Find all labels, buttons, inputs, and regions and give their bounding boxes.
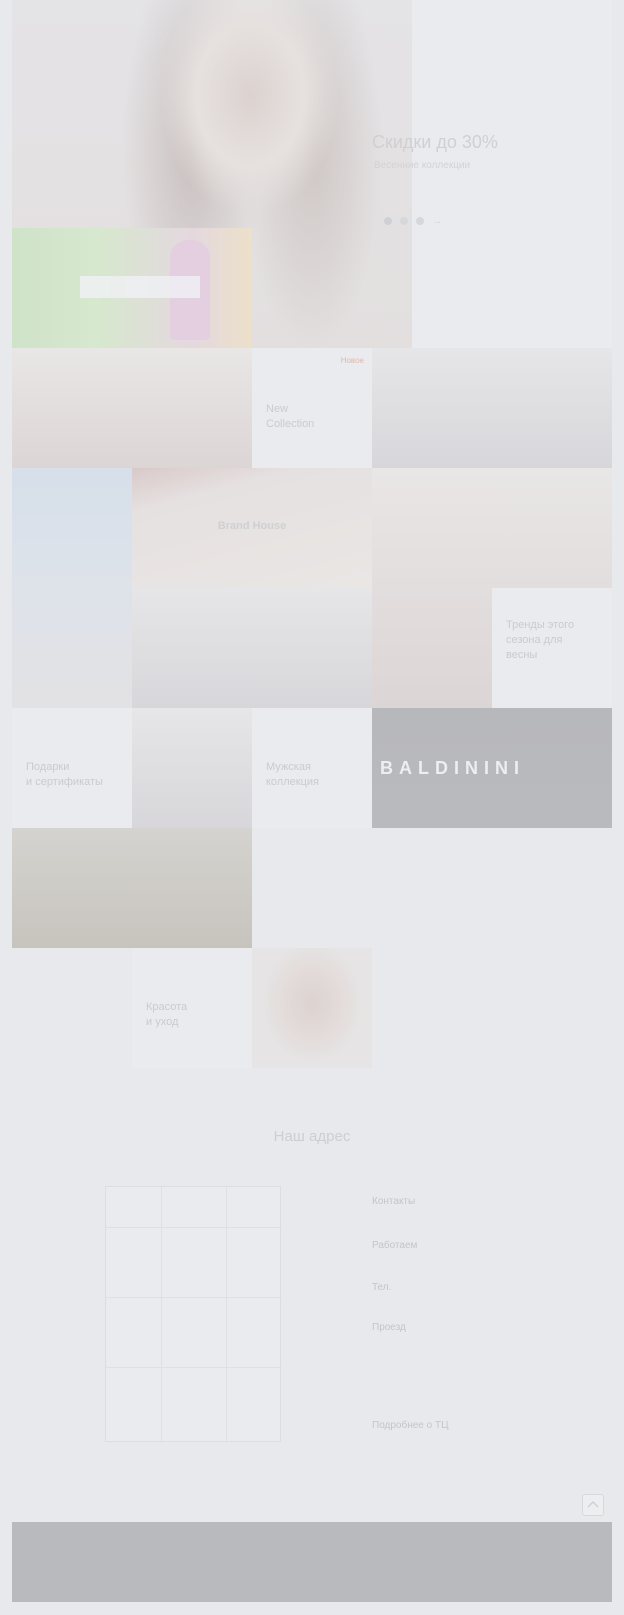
tile-brand-banner[interactable]: Brand House	[132, 468, 372, 588]
scroll-top-button[interactable]	[582, 1494, 604, 1516]
location-map[interactable]	[105, 1186, 282, 1443]
gift-line-2: и сертификаты	[26, 776, 103, 788]
hero-subtitle: Весенние коллекции	[374, 160, 471, 171]
map-street	[226, 1187, 227, 1443]
tile-image-face[interactable]	[252, 948, 372, 1068]
tile-men-collection[interactable]: Мужская коллекция	[252, 708, 372, 828]
tile-title-2: Collection	[266, 418, 315, 430]
map-street	[161, 1187, 162, 1443]
tile-image-men[interactable]	[132, 588, 372, 708]
men-line-1: Мужская	[266, 761, 311, 773]
brand-banner-title: Brand House	[217, 520, 287, 532]
trends-line-3: весны	[506, 649, 538, 661]
parking-label[interactable]: Подробнее о ТЦ	[372, 1420, 448, 1431]
tile-image-girl[interactable]	[12, 468, 132, 708]
tile-gift-cert[interactable]: Подарки и сертификаты	[12, 708, 132, 828]
slider-dot-2[interactable]	[400, 217, 408, 225]
gift-line-1: Подарки	[26, 761, 70, 773]
tile-image-coat[interactable]	[12, 348, 252, 468]
brand-dark-name: BALDININI	[380, 758, 525, 778]
contacts-title: Наш адрес	[273, 1128, 351, 1145]
map-street	[106, 1227, 282, 1228]
tile-brand-dark[interactable]: BALDININI	[372, 708, 612, 828]
footer	[12, 1522, 612, 1602]
hero-title: Скидки до 30%	[372, 132, 498, 152]
slider-dot-3[interactable]	[416, 217, 424, 225]
slider-next-arrow-icon[interactable]: →	[432, 216, 442, 227]
tile-image-group[interactable]: Тренды этого сезона для весны	[372, 468, 612, 708]
slider-dot-1[interactable]	[384, 217, 392, 225]
tile-image-couple[interactable]	[132, 708, 252, 828]
tile-title-1: New	[266, 403, 289, 415]
tile-image-food[interactable]	[12, 828, 252, 948]
hours-label: Работаем	[372, 1240, 418, 1251]
tile-image-model[interactable]	[372, 348, 612, 468]
tile-beauty[interactable]: Красота и уход	[132, 948, 252, 1068]
tile-trends[interactable]: Тренды этого сезона для весны	[492, 588, 612, 708]
beauty-line-1: Красота	[146, 1001, 188, 1013]
slider-pagination[interactable]: →	[384, 216, 442, 227]
map-street	[106, 1297, 282, 1298]
beauty-line-2: и уход	[146, 1016, 179, 1028]
address-label: Контакты	[372, 1196, 416, 1207]
men-line-2: коллекция	[266, 776, 319, 788]
tile-new-collection[interactable]: Новое New Collection	[252, 348, 372, 468]
tile-badge: Новое	[340, 356, 364, 365]
trends-line-2: сезона для	[506, 634, 563, 646]
phone-label: Тел.	[372, 1282, 392, 1293]
trends-line-1: Тренды этого	[506, 619, 575, 631]
chevron-up-icon	[587, 1500, 599, 1508]
promo-banner-green[interactable]	[12, 228, 252, 348]
promo-logo	[80, 276, 200, 298]
map-street	[106, 1367, 282, 1368]
transport-label: Проезд	[372, 1322, 406, 1333]
